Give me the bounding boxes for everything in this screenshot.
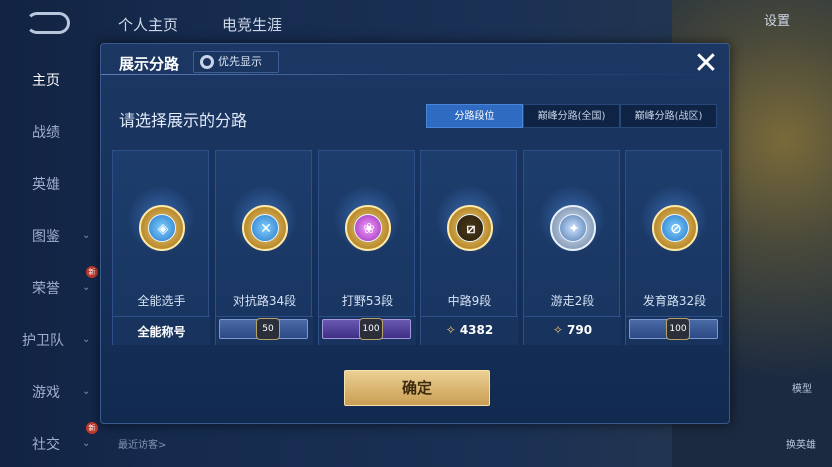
rank-ribbon: 100 xyxy=(322,318,411,340)
mid-lane-icon: ⧄ xyxy=(447,205,493,251)
close-icon[interactable]: ✕ xyxy=(693,49,719,79)
lane-card-clash[interactable]: ✕ 对抗路34段 50 xyxy=(215,150,313,345)
card-footer: ✧ 4382 xyxy=(421,316,518,345)
rank-star-badge: 100 xyxy=(359,318,383,340)
settings-button[interactable]: 设置 xyxy=(764,10,790,29)
sidebar-item-heroes[interactable]: 英雄 xyxy=(0,174,100,194)
peak-mark-icon: ✧ xyxy=(445,323,456,337)
tab-peak-region[interactable]: 巅峰分路(战区) xyxy=(620,104,717,128)
new-badge: 新 xyxy=(86,422,98,434)
card-label: 打野53段 xyxy=(341,294,394,308)
sidebar-item-record[interactable]: 战绩 xyxy=(0,122,100,142)
peak-score: ✧ 4382 xyxy=(421,323,518,337)
rank-star-badge: 50 xyxy=(256,318,280,340)
card-label: 全能选手 xyxy=(137,294,186,308)
recent-visitors-link[interactable]: 最近访客> xyxy=(118,436,166,451)
sidebar-item-home[interactable]: 主页 xyxy=(0,70,100,90)
lane-display-dialog: 展示分路 优先显示 ✕ 请选择展示的分路 分路段位 巅峰分路(全国) 巅峰分路(… xyxy=(100,43,731,424)
lane-card-roam[interactable]: ✦ 游走2段 ✧ 790 xyxy=(523,150,621,345)
rank-ribbon: 100 xyxy=(629,318,718,340)
rank-star-badge: 100 xyxy=(666,318,690,340)
lane-card-mid[interactable]: ⧄ 中路9段 ✧ 4382 xyxy=(420,150,518,345)
all-round-icon: ◈ xyxy=(139,205,185,251)
peak-mark-icon: ✧ xyxy=(552,323,563,337)
card-label: 对抗路34段 xyxy=(232,294,297,308)
chevron-down-icon: ⌄ xyxy=(82,230,91,241)
back-icon[interactable] xyxy=(26,12,70,34)
card-label: 发育路32段 xyxy=(642,294,707,308)
tab-esports[interactable]: 电竞生涯 xyxy=(222,14,282,35)
card-footer: ✧ 790 xyxy=(524,316,621,345)
peak-score-value: 790 xyxy=(567,323,593,337)
lane-card-farm[interactable]: ⊘ 发育路32段 100 xyxy=(625,150,723,345)
tab-peak-national[interactable]: 巅峰分路(全国) xyxy=(523,104,620,128)
card-label: 中路9段 xyxy=(447,294,492,308)
priority-label: 优先显示 xyxy=(218,55,262,68)
dialog-title: 展示分路 xyxy=(119,55,180,73)
tab-profile[interactable]: 个人主页 xyxy=(118,14,178,35)
chevron-down-icon: ⌄ xyxy=(82,386,91,397)
chevron-down-icon: ⌄ xyxy=(82,282,91,293)
model-button[interactable]: 模型 xyxy=(792,380,812,395)
clash-lane-icon: ✕ xyxy=(242,205,288,251)
new-badge: 新 xyxy=(86,266,98,278)
jungle-icon: ❀ xyxy=(345,205,391,251)
chevron-down-icon: ⌄ xyxy=(82,438,91,449)
farm-lane-icon: ⊘ xyxy=(652,205,698,251)
card-footer: 50 xyxy=(216,316,313,345)
lane-card-all-round[interactable]: ◈ 全能选手 全能称号 xyxy=(112,150,210,345)
footer-title: 全能称号 xyxy=(137,325,186,339)
sidebar: 主页 战绩 英雄 图鉴 ⌄ 荣誉 新 ⌄ 护卫队 ⌄ 游戏 ⌄ 社交 新 ⌄ xyxy=(0,44,100,467)
tab-lane-rank[interactable]: 分路段位 xyxy=(426,104,523,128)
top-bar: 个人主页 电竞生涯 设置 xyxy=(0,0,832,44)
confirm-button[interactable]: 确定 xyxy=(344,370,490,406)
lane-card-jungle[interactable]: ❀ 打野53段 100 xyxy=(318,150,416,345)
peak-score: ✧ 790 xyxy=(524,323,621,337)
roam-icon: ✦ xyxy=(550,205,596,251)
gear-icon xyxy=(200,55,214,69)
dialog-subtitle: 请选择展示的分路 xyxy=(119,111,248,130)
priority-display-button[interactable]: 优先显示 xyxy=(193,51,279,73)
card-footer: 100 xyxy=(319,316,416,345)
chevron-down-icon: ⌄ xyxy=(82,334,91,345)
peak-score-value: 4382 xyxy=(459,323,494,337)
divider xyxy=(101,74,731,75)
card-footer: 全能称号 xyxy=(113,316,210,345)
rank-ribbon: 50 xyxy=(219,318,308,340)
change-hero-button[interactable]: 换英雄 xyxy=(786,436,816,451)
card-label: 游走2段 xyxy=(550,294,595,308)
card-footer: 100 xyxy=(626,316,723,345)
